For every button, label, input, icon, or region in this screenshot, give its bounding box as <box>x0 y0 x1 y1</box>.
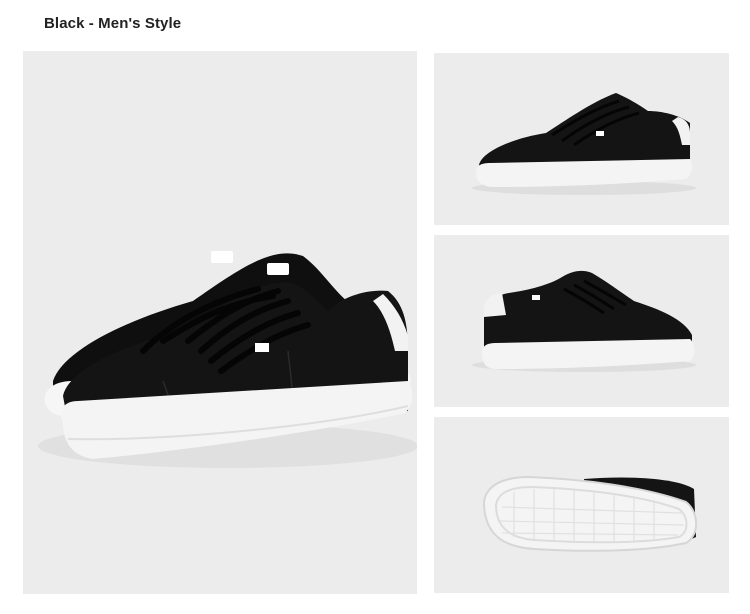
heel-view-image[interactable] <box>434 235 729 407</box>
side-view-image[interactable] <box>434 53 729 225</box>
sneaker-main-photo <box>38 251 417 468</box>
sneaker-side-photo <box>472 93 696 195</box>
sneaker-sole-photo <box>482 475 698 552</box>
page-title: Black - Men's Style <box>44 15 182 32</box>
outsole-view-image[interactable] <box>434 417 729 593</box>
main-product-image[interactable] <box>23 51 417 594</box>
sneaker-heel-photo <box>472 270 696 372</box>
